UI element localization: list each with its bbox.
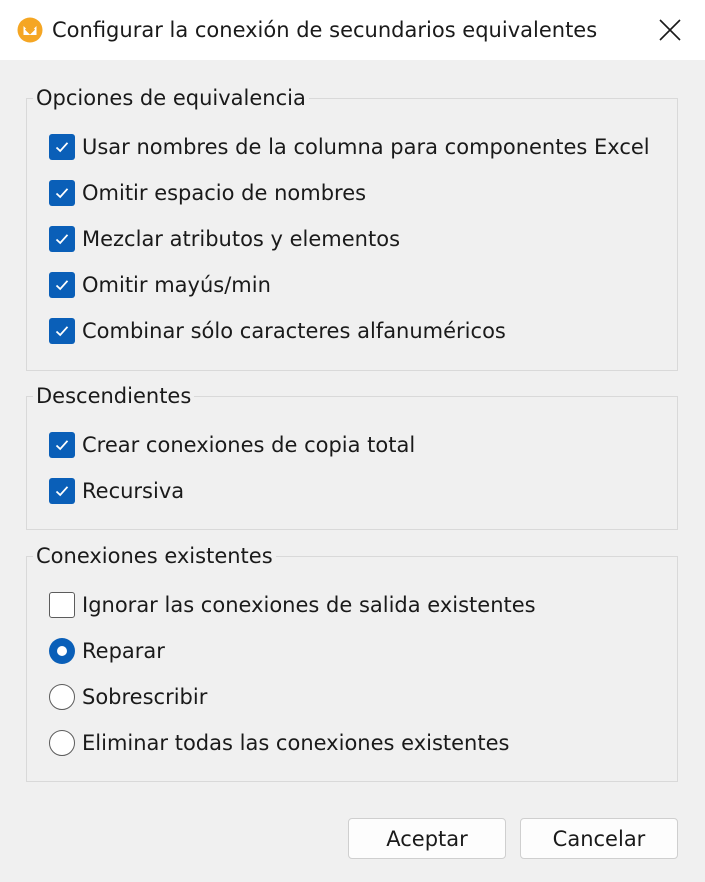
checkmark-icon (55, 486, 69, 497)
option-ignore-namespaces[interactable]: Omitir espacio de nombres (49, 179, 366, 207)
cancel-button[interactable]: Cancelar (520, 818, 678, 859)
window-title: Configurar la conexión de secundarios eq… (52, 18, 598, 42)
option-label: Omitir mayús/min (82, 273, 271, 297)
radio-button[interactable] (49, 684, 75, 710)
checkmark-icon (55, 142, 69, 153)
checkbox[interactable] (49, 180, 75, 206)
radio-repair[interactable]: Reparar (49, 637, 165, 665)
option-use-column-names[interactable]: Usar nombres de la columna para componen… (49, 133, 650, 161)
existing-connections-group: Conexiones existentes Ignorar las conexi… (26, 542, 678, 782)
option-mix-attributes-elements[interactable]: Mezclar atributos y elementos (49, 225, 400, 253)
checkbox[interactable] (49, 226, 75, 252)
option-label: Usar nombres de la columna para componen… (82, 135, 650, 159)
group-legend: Conexiones existentes (33, 542, 276, 570)
option-label: Recursiva (82, 479, 185, 503)
close-icon (659, 19, 681, 41)
checkmark-icon (55, 326, 69, 337)
option-label: Sobrescribir (82, 685, 208, 709)
checkbox[interactable] (49, 272, 75, 298)
option-ignore-case[interactable]: Omitir mayús/min (49, 271, 271, 299)
group-legend: Descendientes (33, 382, 195, 410)
checkmark-icon (55, 234, 69, 245)
radio-button[interactable] (49, 730, 75, 756)
option-create-copy-all[interactable]: Crear conexiones de copia total (49, 431, 415, 459)
option-label: Crear conexiones de copia total (82, 433, 416, 457)
checkmark-icon (55, 280, 69, 291)
checkmark-icon (55, 440, 69, 451)
radio-overwrite[interactable]: Sobrescribir (49, 683, 207, 711)
option-label: Reparar (82, 639, 165, 663)
descendants-group: Descendientes Crear conexiones de copia … (26, 382, 678, 530)
checkbox[interactable] (49, 134, 75, 160)
matching-options-group: Opciones de equivalencia Usar nombres de… (26, 84, 678, 371)
radio-dot (57, 646, 67, 656)
option-label: Omitir espacio de nombres (82, 181, 367, 205)
radio-button[interactable] (49, 638, 75, 664)
option-label: Combinar sólo caracteres alfanuméricos (82, 319, 506, 343)
checkbox[interactable] (49, 592, 75, 618)
option-label: Eliminar todas las conexiones existentes (82, 731, 510, 755)
title-bar: Configurar la conexión de secundarios eq… (0, 0, 705, 60)
option-label: Mezclar atributos y elementos (82, 227, 401, 251)
close-button[interactable] (646, 8, 694, 52)
group-legend: Opciones de equivalencia (33, 84, 309, 112)
option-ignore-existing-outgoing[interactable]: Ignorar las conexiones de salida existen… (49, 591, 536, 619)
checkbox[interactable] (49, 318, 75, 344)
option-label: Ignorar las conexiones de salida existen… (82, 593, 536, 617)
checkbox[interactable] (49, 478, 75, 504)
option-recursive[interactable]: Recursiva (49, 477, 184, 505)
ok-button[interactable]: Aceptar (348, 818, 506, 859)
radio-delete-all[interactable]: Eliminar todas las conexiones existentes (49, 729, 509, 757)
app-icon (17, 17, 43, 43)
checkmark-icon (55, 188, 69, 199)
checkbox[interactable] (49, 432, 75, 458)
option-alphanumeric-only[interactable]: Combinar sólo caracteres alfanuméricos (49, 317, 506, 345)
